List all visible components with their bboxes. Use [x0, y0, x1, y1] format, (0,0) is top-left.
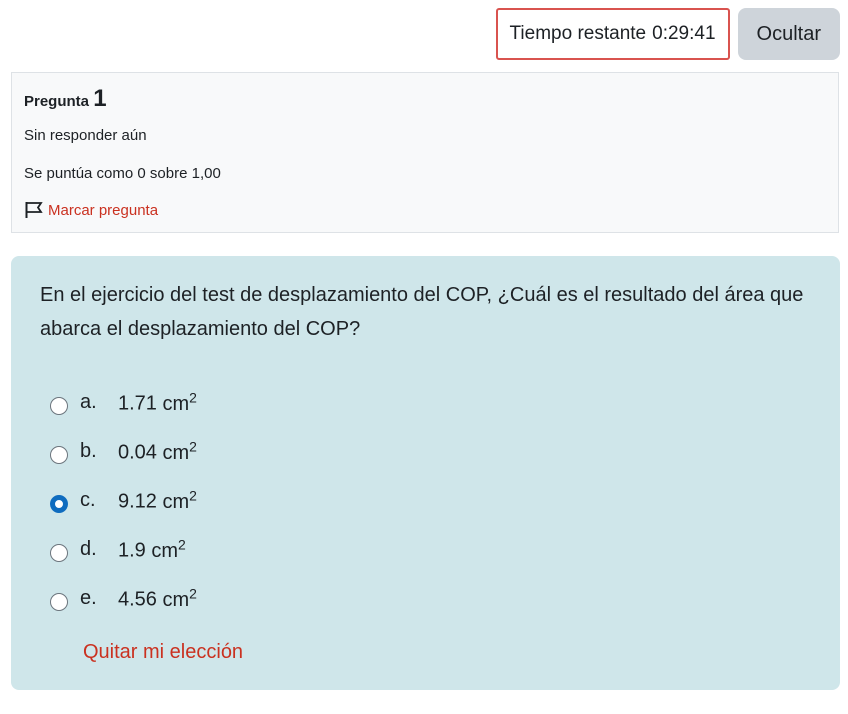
question-heading: Pregunta 1	[24, 87, 826, 114]
answer-value-wrap: 1.9 cm2	[118, 536, 186, 563]
radio-icon[interactable]	[50, 494, 68, 513]
timer-label: Tiempo restante	[509, 23, 647, 44]
answer-value-wrap: 9.12 cm2	[118, 487, 197, 514]
question-info: Pregunta 1 Sin responder aún Se puntúa c…	[11, 72, 839, 233]
unit-base: cm	[162, 392, 190, 415]
unit-base: cm	[162, 490, 190, 513]
flag-icon	[24, 200, 44, 220]
answer-option[interactable]: a. 1.71 cm2	[50, 378, 812, 427]
answer-unit: cm2	[162, 389, 197, 415]
timer-bar: Tiempo restante 0:29:41 Ocultar	[495, 8, 840, 60]
answer-unit: cm2	[162, 487, 197, 513]
question-heading-label: Pregunta	[24, 93, 90, 110]
unit-exponent: 2	[189, 438, 197, 455]
answer-value-wrap: 4.56 cm2	[118, 585, 197, 612]
answer-option[interactable]: e. 4.56 cm2	[50, 574, 812, 623]
answer-unit: cm2	[162, 438, 197, 464]
answer-value: 1.71	[118, 392, 157, 415]
answer-unit: cm2	[151, 536, 185, 562]
question-text: En el ejercicio del test de desplazamien…	[40, 284, 804, 340]
answer-value-wrap: 1.71 cm2	[118, 389, 197, 416]
hide-timer-button[interactable]: Ocultar	[737, 8, 840, 60]
answer-value-wrap: 0.04 cm2	[118, 438, 197, 465]
answer-letter: e.	[80, 587, 97, 609]
question-grade: Se puntúa como 0 sobre 1,00	[24, 165, 221, 182]
radio-icon[interactable]	[50, 543, 68, 562]
unit-exponent: 2	[189, 389, 197, 406]
flag-question-label: Marcar pregunta	[48, 201, 159, 219]
answer-value: 1.9	[118, 539, 146, 562]
answer-letter: b.	[80, 440, 97, 462]
question-number: 1	[93, 85, 107, 112]
answer-option[interactable]: d. 1.9 cm2	[50, 525, 812, 574]
answer-unit: cm2	[162, 585, 197, 611]
answer-option[interactable]: b. 0.04 cm2	[50, 427, 812, 476]
radio-icon[interactable]	[50, 592, 68, 611]
question-status: Sin responder aún	[24, 127, 147, 144]
radio-icon[interactable]	[50, 445, 68, 464]
answer-value: 4.56	[118, 588, 157, 611]
answer-letter: c.	[80, 489, 96, 511]
answer-value: 9.12	[118, 490, 157, 513]
answer-value: 0.04	[118, 441, 157, 464]
unit-base: cm	[162, 588, 190, 611]
answer-letter: d.	[80, 538, 97, 560]
radio-icon[interactable]	[50, 396, 68, 415]
unit-exponent: 2	[178, 536, 186, 553]
answer-option[interactable]: c. 9.12 cm2	[50, 476, 812, 525]
unit-base: cm	[162, 441, 190, 464]
answer-list: a. 1.71 cm2 b. 0.04 cm2 c. 9.12 cm2 d. 1.9 cm2 e…	[50, 378, 812, 623]
unit-exponent: 2	[189, 585, 197, 602]
timer-value: 0:29:41	[652, 23, 716, 44]
timer-display: Tiempo restante 0:29:41	[495, 8, 730, 60]
question-content: En el ejercicio del test de desplazamien…	[11, 256, 840, 690]
unit-exponent: 2	[189, 487, 197, 504]
clear-choice-link[interactable]: Quitar mi elección	[83, 641, 243, 664]
flag-question-link[interactable]: Marcar pregunta	[24, 200, 826, 220]
answer-letter: a.	[80, 391, 97, 413]
unit-base: cm	[151, 539, 179, 562]
